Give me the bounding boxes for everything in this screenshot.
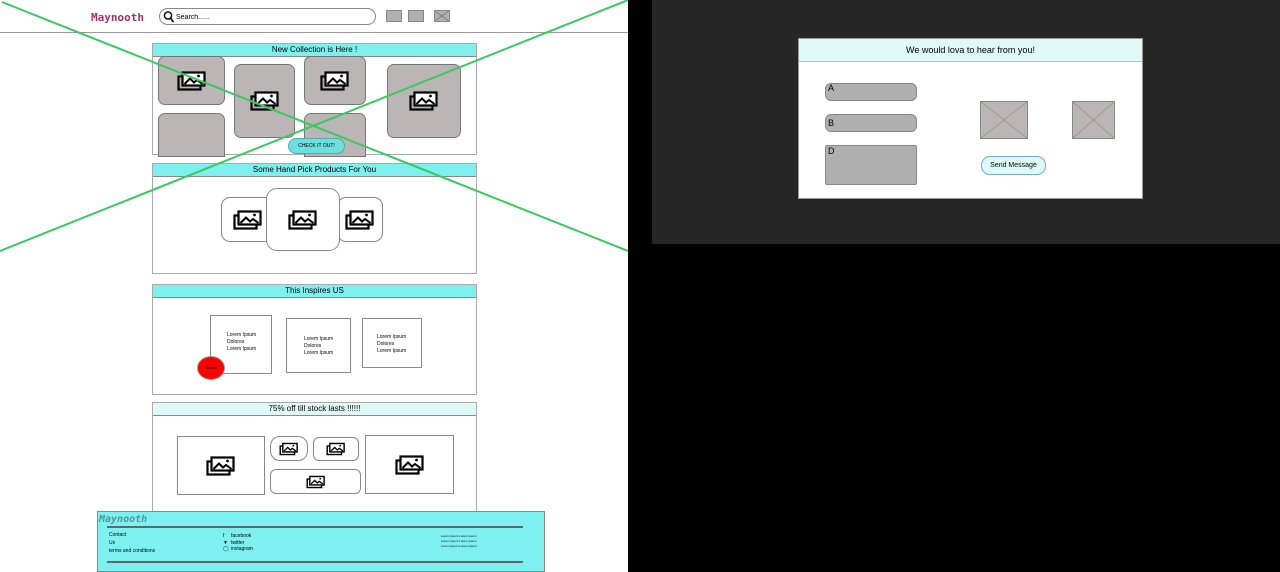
image-placeholder [1072,101,1115,139]
social-instagram[interactable]: ◯ instagram [223,546,253,553]
footer: Maynooth Contact Us terms and conditions… [97,511,545,572]
product-card-featured[interactable] [266,188,340,251]
footer-link-terms[interactable]: terms and conditions [109,547,155,555]
check-it-out-button[interactable]: CHECK IT OUT! [288,138,345,154]
collection-tile[interactable] [387,64,461,138]
instagram-icon: ◯ [223,546,229,552]
sale-card[interactable] [313,437,359,461]
image-icon [279,442,299,455]
sale-card[interactable] [270,469,361,494]
contact-title: We would lova to hear from you! [799,39,1142,62]
search-bar[interactable] [159,8,376,25]
sale-card[interactable] [177,436,265,495]
search-input[interactable] [176,11,366,23]
header-icon-3[interactable] [434,10,450,22]
inspire-section: This Inspires US Lorem Ipsum Dolores Lor… [152,284,477,395]
field-a[interactable]: A [825,83,917,101]
collection-tile[interactable] [158,113,225,157]
image-icon [288,210,318,230]
inspire-card[interactable]: Lorem Ipsum Dolores Lorem Ipsum [286,318,351,373]
footer-link-contact[interactable]: Contact [109,531,155,539]
contact-wireframe: We would lova to hear from you! A B D Se… [652,0,1280,244]
image-icon [306,475,326,488]
product-card[interactable] [337,197,383,242]
send-message-button[interactable]: Send Message [981,156,1046,175]
collection-tile[interactable] [158,56,225,105]
footer-social: f facebook ▼ twitter ◯ instagram [223,533,253,553]
image-icon [326,443,346,456]
image-icon [409,91,439,111]
image-icon [395,455,425,475]
homepage-wireframe: Maynooth New Collection is Here ! [0,0,628,572]
sale-section: 75% off till stock lasts !!!!!! [152,402,477,517]
canvas: Maynooth New Collection is Here ! [0,0,1280,572]
image-icon [345,210,375,230]
image-icon [177,71,207,91]
hand-pick-section: Some Hand Pick Products For You [152,163,477,274]
contact-form: We would lova to hear from you! A B D Se… [798,38,1143,199]
section-title: This Inspires US [153,285,476,298]
image-placeholder [980,101,1028,139]
field-d[interactable]: D [825,145,917,185]
footer-link-us[interactable]: Us [109,539,155,547]
footer-logo[interactable]: Maynooth [99,514,147,525]
collection-tile[interactable] [304,56,366,105]
footer-divider [107,561,523,563]
section-title: Some Hand Pick Products For You [153,164,476,177]
new-collection-section: New Collection is Here ! CHECK IT OUT! [152,43,477,157]
image-icon [233,210,263,230]
sale-card[interactable] [365,435,454,494]
logo[interactable]: Maynooth [91,11,144,24]
inspire-card[interactable]: Lorem Ipsum Dolores Lorem Ipsum [362,318,422,368]
footer-divider [107,526,523,528]
image-icon [206,456,236,476]
header: Maynooth [0,0,628,33]
red-action-button[interactable]: Button [197,356,225,380]
image-icon [250,91,280,111]
section-title: 75% off till stock lasts !!!!!! [153,403,476,416]
sale-card[interactable] [270,436,308,461]
search-icon [163,11,175,23]
field-b[interactable]: B [825,114,917,132]
collection-tile[interactable] [234,64,295,138]
header-icon-1[interactable] [386,10,402,22]
header-icon-2[interactable] [408,10,424,22]
footer-lorem: Lorem ipsum Lorem ipsum Lorem ipsum Lore… [441,534,477,548]
image-icon [320,71,350,91]
footer-links: Contact Us terms and conditions [109,531,155,555]
